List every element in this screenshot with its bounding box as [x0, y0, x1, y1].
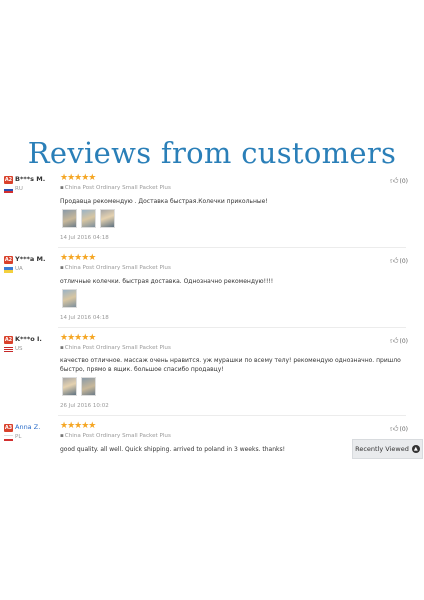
review-photos	[62, 209, 115, 228]
rating-stars: ★★★★★	[60, 333, 96, 343]
shipping-method: ▪China Post Ordinary Small Packet Plus	[60, 345, 171, 351]
rating-stars: ★★★★★	[60, 173, 96, 183]
thumbs-up-icon: 👍︎	[390, 336, 399, 345]
helpful-count: (0)	[399, 425, 409, 433]
truck-icon: ▪	[60, 433, 64, 439]
reviewer-country: PL	[15, 434, 22, 440]
country-flag-icon	[4, 187, 13, 193]
divider	[58, 327, 406, 328]
review-item: A2 K***o I. US ★★★★★ ▪China Post Ordinar…	[0, 333, 424, 416]
rating-stars: ★★★★★	[60, 421, 96, 431]
reviewer-country: RU	[15, 186, 23, 192]
review-photo[interactable]	[100, 209, 115, 228]
review-date: 14 Jul 2016 04:18	[60, 235, 109, 241]
review-date: 26 Jul 2016 10:02	[60, 403, 109, 409]
review-date: 14 Jul 2016 04:18	[60, 315, 109, 321]
shipping-method: ▪China Post Ordinary Small Packet Plus	[60, 265, 171, 271]
shipping-method: ▪China Post Ordinary Small Packet Plus	[60, 433, 171, 439]
helpful-button[interactable]: 👍︎ (0)	[390, 336, 408, 346]
helpful-button[interactable]: 👍︎ (0)	[390, 424, 408, 434]
helpful-button[interactable]: 👍︎ (0)	[390, 176, 408, 186]
rating-stars: ★★★★★	[60, 253, 96, 263]
shipping-label: China Post Ordinary Small Packet Plus	[64, 433, 171, 439]
review-text: Продавца рекомендую . Доставка быстрая.К…	[60, 198, 268, 205]
review-item: A2 Y***a M. UA ★★★★★ ▪China Post Ordinar…	[0, 253, 424, 328]
review-photo[interactable]	[81, 209, 96, 228]
review-text: качество отличное. массаж очень нравится…	[60, 357, 401, 373]
thumbs-up-icon: 👍︎	[390, 424, 399, 433]
review-photo[interactable]	[62, 209, 77, 228]
shipping-label: China Post Ordinary Small Packet Plus	[64, 265, 171, 271]
divider	[58, 415, 406, 416]
country-flag-icon	[4, 267, 13, 273]
country-flag-icon	[4, 347, 13, 353]
review-text: good quality. all well. Quick shipping. …	[60, 446, 286, 453]
reviewer-name[interactable]: Anna Z.	[15, 423, 40, 431]
reviewer-name: K***o I.	[15, 335, 42, 343]
truck-icon: ▪	[60, 185, 64, 191]
helpful-button[interactable]: 👍︎ (0)	[390, 256, 408, 266]
reviewer-country: UA	[15, 266, 23, 272]
country-flag-icon	[4, 435, 13, 441]
recently-viewed-label: Recently Viewed	[355, 445, 409, 453]
helpful-count: (0)	[399, 177, 409, 185]
truck-icon: ▪	[60, 265, 64, 271]
truck-icon: ▪	[60, 345, 64, 351]
thumbs-up-icon: 👍︎	[390, 176, 399, 185]
user-level-badge: A2	[4, 176, 13, 184]
chevron-up-icon: ▲	[411, 445, 420, 453]
review-photo[interactable]	[62, 377, 77, 396]
shipping-label: China Post Ordinary Small Packet Plus	[64, 185, 171, 191]
user-level-badge: A3	[4, 424, 13, 432]
recently-viewed-button[interactable]: Recently Viewed ▲	[352, 439, 423, 459]
review-photo[interactable]	[62, 289, 77, 308]
helpful-count: (0)	[399, 257, 409, 265]
reviewer-name: B***s M.	[15, 175, 46, 183]
shipping-label: China Post Ordinary Small Packet Plus	[64, 345, 171, 351]
review-photo[interactable]	[81, 377, 96, 396]
review-photos	[62, 289, 77, 308]
review-photos	[62, 377, 96, 396]
user-level-badge: A2	[4, 256, 13, 264]
page-title: Reviews from customers	[27, 136, 397, 170]
review-item: A2 B***s M. RU ★★★★★ ▪China Post Ordinar…	[0, 173, 424, 248]
user-level-badge: A2	[4, 336, 13, 344]
reviewer-name: Y***a M.	[15, 255, 46, 263]
shipping-method: ▪China Post Ordinary Small Packet Plus	[60, 185, 171, 191]
divider	[58, 247, 406, 248]
helpful-count: (0)	[399, 337, 409, 345]
reviewer-country: US	[15, 346, 23, 352]
thumbs-up-icon: 👍︎	[390, 256, 399, 265]
review-text: отличные колечки. быстрая доставка. Одно…	[60, 278, 274, 285]
